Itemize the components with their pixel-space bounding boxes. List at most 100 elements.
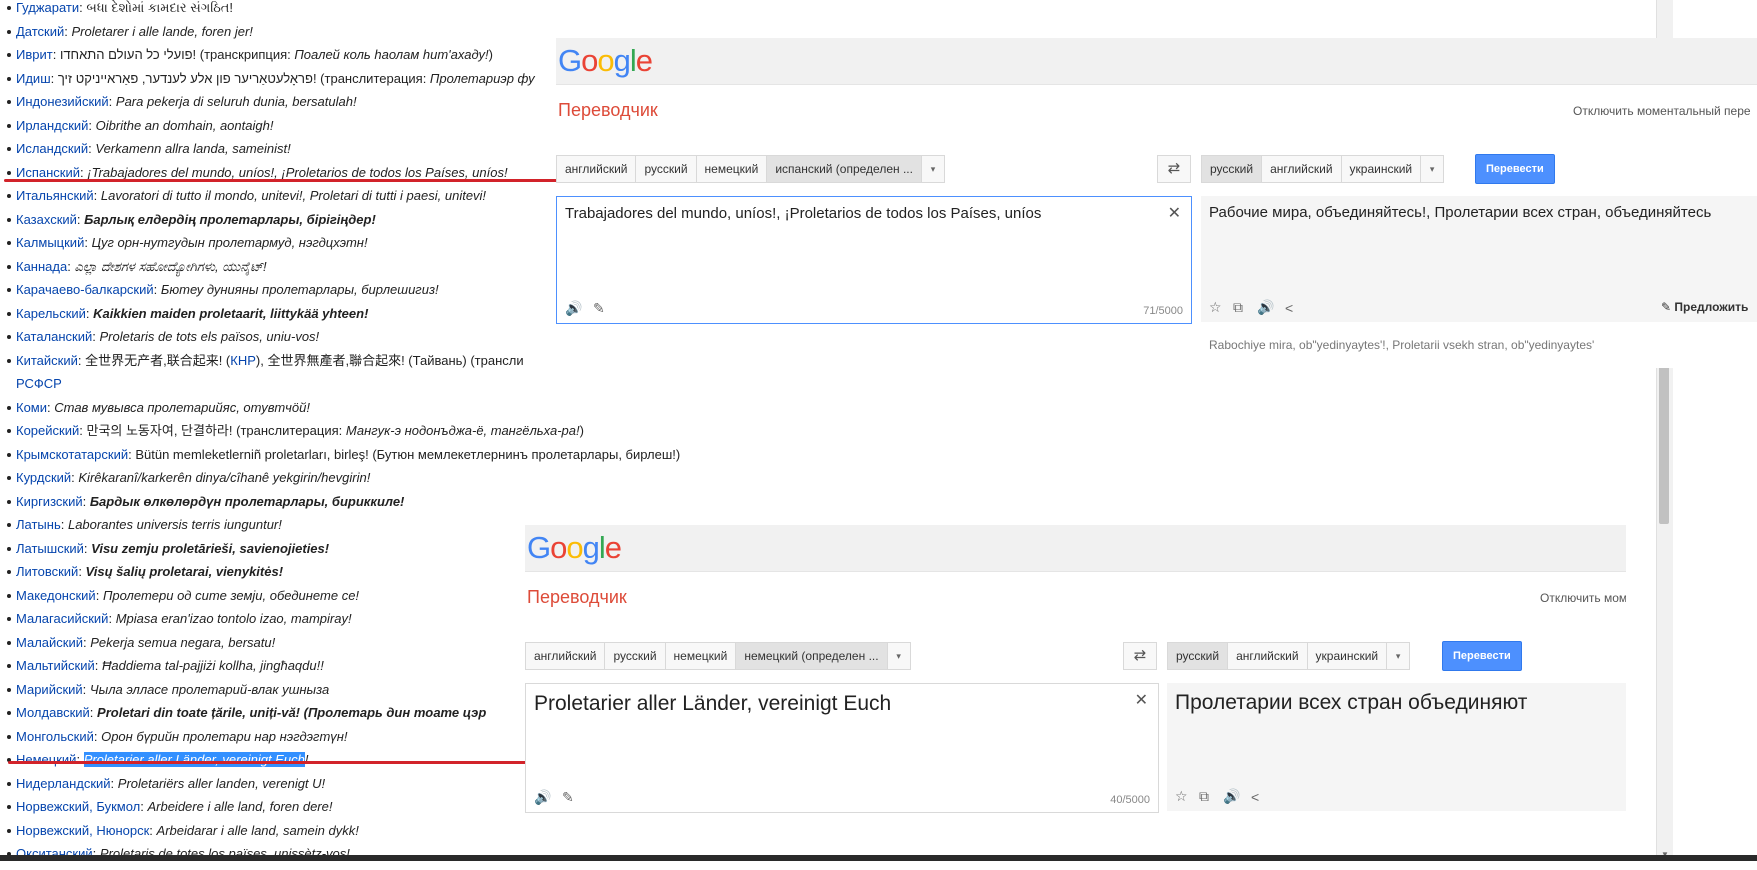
star-icon[interactable]: ☆ xyxy=(1209,299,1222,316)
language-link[interactable]: Македонский xyxy=(16,588,96,603)
language-link[interactable]: Монгольский xyxy=(16,729,94,744)
instant-translation-off-link[interactable]: Отключить моментальный пере xyxy=(1573,104,1751,118)
language-link[interactable]: Малайский xyxy=(16,635,83,650)
translator-title: Переводчик xyxy=(558,100,658,120)
suggest-edit-link[interactable]: ✎ Предложить xyxy=(1661,300,1748,314)
target-language-bar: русский английский украинский ▾ xyxy=(1201,155,1445,183)
language-link[interactable]: Испанский xyxy=(16,165,80,180)
slogan-text: Proletariërs aller landen, verenigt U! xyxy=(117,775,326,791)
slogan-text: Para pekerja di seluruh dunia, bersatula… xyxy=(115,94,357,109)
tgt-lang-ukrainian[interactable]: украинский xyxy=(1307,643,1388,669)
language-link[interactable]: Крымскотатарский xyxy=(16,447,128,462)
src-lang-german[interactable]: немецкий xyxy=(665,643,737,669)
list-item: Крымскотатарский: Bütün memleketlerniñ p… xyxy=(6,447,680,471)
separator: : xyxy=(64,23,72,39)
separator: : xyxy=(89,705,98,720)
clear-icon[interactable]: ✕ xyxy=(1135,690,1148,710)
extra-text-end: ) xyxy=(579,423,584,438)
tgt-lang-dropdown-icon[interactable]: ▾ xyxy=(1387,643,1410,669)
tgt-lang-dropdown-icon[interactable]: ▾ xyxy=(1421,156,1444,182)
speaker-icon[interactable]: 🔊 xyxy=(565,300,582,317)
source-text-area[interactable]: Trabajadores del mundo, uníos!, ¡Proleta… xyxy=(556,196,1192,324)
slogan-text: Став мувывса пролетарийяс, отувтчöй! xyxy=(54,399,310,415)
separator: : xyxy=(94,658,102,673)
translate-button[interactable]: Перевести xyxy=(1475,154,1555,184)
language-link[interactable]: Датский xyxy=(16,24,64,39)
src-lang-dropdown-icon[interactable]: ▾ xyxy=(887,643,910,669)
share-icon[interactable]: < xyxy=(1285,300,1293,316)
copy-icon[interactable]: ⧉ xyxy=(1199,788,1209,805)
src-lang-german[interactable]: немецкий xyxy=(696,156,768,182)
separator: : xyxy=(52,47,60,62)
pencil-icon[interactable]: ✎ xyxy=(562,789,574,806)
src-lang-russian[interactable]: русский xyxy=(636,156,697,182)
extra-text[interactable]: РСФСР xyxy=(16,376,62,391)
language-link[interactable]: Корейский xyxy=(16,423,79,438)
src-lang-dropdown-icon[interactable]: ▾ xyxy=(921,156,944,182)
translate-button[interactable]: Перевести xyxy=(1442,641,1522,671)
extra-text[interactable]: КНР xyxy=(230,353,256,368)
tgt-lang-english[interactable]: английский xyxy=(1228,643,1308,669)
language-link[interactable]: Мальтийский xyxy=(16,658,95,673)
language-link[interactable]: Ирландский xyxy=(16,118,88,133)
language-link[interactable]: Норвежский, Нюнорск xyxy=(16,823,149,838)
language-link[interactable]: Каннада xyxy=(16,259,67,274)
tgt-lang-ukrainian[interactable]: украинский xyxy=(1341,156,1422,182)
language-link[interactable]: Латышский xyxy=(16,541,84,556)
copy-icon[interactable]: ⧉ xyxy=(1233,299,1243,316)
slogan-text: 全世界无产者,联合起来! ( xyxy=(85,352,231,368)
language-link[interactable]: Литовский xyxy=(16,564,78,579)
src-lang-russian[interactable]: русский xyxy=(605,643,666,669)
language-link[interactable]: Курдский xyxy=(16,470,71,485)
pencil-icon[interactable]: ✎ xyxy=(593,300,605,317)
language-link[interactable]: Калмыцкий xyxy=(16,235,84,250)
source-text[interactable]: Proletarier aller Länder, vereinigt Euch xyxy=(534,692,1114,716)
source-text-area[interactable]: Proletarier aller Länder, vereinigt Euch… xyxy=(525,683,1159,813)
speaker-icon[interactable]: 🔊 xyxy=(534,789,551,806)
src-lang-detected[interactable]: немецкий (определен ... xyxy=(736,643,888,669)
language-link[interactable]: Казахский xyxy=(16,212,77,227)
language-link[interactable]: Нидерландский xyxy=(16,776,111,791)
language-link[interactable]: Каталанский xyxy=(16,329,92,344)
google-logo[interactable]: Google xyxy=(527,530,622,566)
language-link[interactable]: Коми xyxy=(16,400,47,415)
separator: : xyxy=(108,94,116,109)
language-link[interactable]: Киргизский xyxy=(16,494,83,509)
language-link[interactable]: Итальянский xyxy=(16,188,94,203)
src-lang-english[interactable]: английский xyxy=(557,156,637,182)
language-link[interactable]: Китайский xyxy=(16,353,78,368)
separator: : xyxy=(88,117,96,133)
instant-translation-off-link[interactable]: Отключить мом xyxy=(1540,591,1626,605)
language-link[interactable]: Немецкий xyxy=(16,752,76,767)
language-link[interactable]: Карельский xyxy=(16,306,86,321)
share-icon[interactable]: < xyxy=(1251,789,1259,805)
star-icon[interactable]: ☆ xyxy=(1175,788,1188,805)
language-link[interactable]: Молдавский xyxy=(16,705,90,720)
separator: : xyxy=(93,188,101,203)
google-logo[interactable]: Google xyxy=(558,43,653,79)
language-link[interactable]: Норвежский, Букмол xyxy=(16,799,140,814)
language-link[interactable]: Иврит xyxy=(16,47,53,62)
tgt-lang-russian[interactable]: русский xyxy=(1202,156,1263,182)
tgt-lang-russian[interactable]: русский xyxy=(1168,643,1229,669)
speaker-icon[interactable]: 🔊 xyxy=(1223,788,1240,805)
language-link[interactable]: Карачаево-балкарский xyxy=(16,282,154,297)
language-link[interactable]: Исландский xyxy=(16,141,88,156)
scrollbar-thumb[interactable] xyxy=(1659,364,1669,524)
separator: : xyxy=(92,329,100,344)
src-lang-detected[interactable]: испанский (определен ... xyxy=(767,156,922,182)
swap-languages-icon[interactable]: ⇄ xyxy=(1157,155,1191,183)
speaker-icon[interactable]: 🔊 xyxy=(1257,299,1274,316)
language-link[interactable]: Малагасийский xyxy=(16,611,108,626)
extra-text-end: ) xyxy=(488,47,493,62)
language-link[interactable]: Идиш xyxy=(16,71,51,86)
language-link[interactable]: Индонезийский xyxy=(16,94,109,109)
tgt-lang-english[interactable]: английский xyxy=(1262,156,1342,182)
language-link[interactable]: Гуджарати xyxy=(16,0,79,15)
swap-languages-icon[interactable]: ⇄ xyxy=(1123,642,1157,670)
clear-icon[interactable]: ✕ xyxy=(1168,203,1181,223)
src-lang-english[interactable]: английский xyxy=(526,643,606,669)
language-link[interactable]: Латынь xyxy=(16,517,61,532)
source-text[interactable]: Trabajadores del mundo, uníos!, ¡Proleta… xyxy=(565,205,1145,222)
language-link[interactable]: Марийский xyxy=(16,682,83,697)
